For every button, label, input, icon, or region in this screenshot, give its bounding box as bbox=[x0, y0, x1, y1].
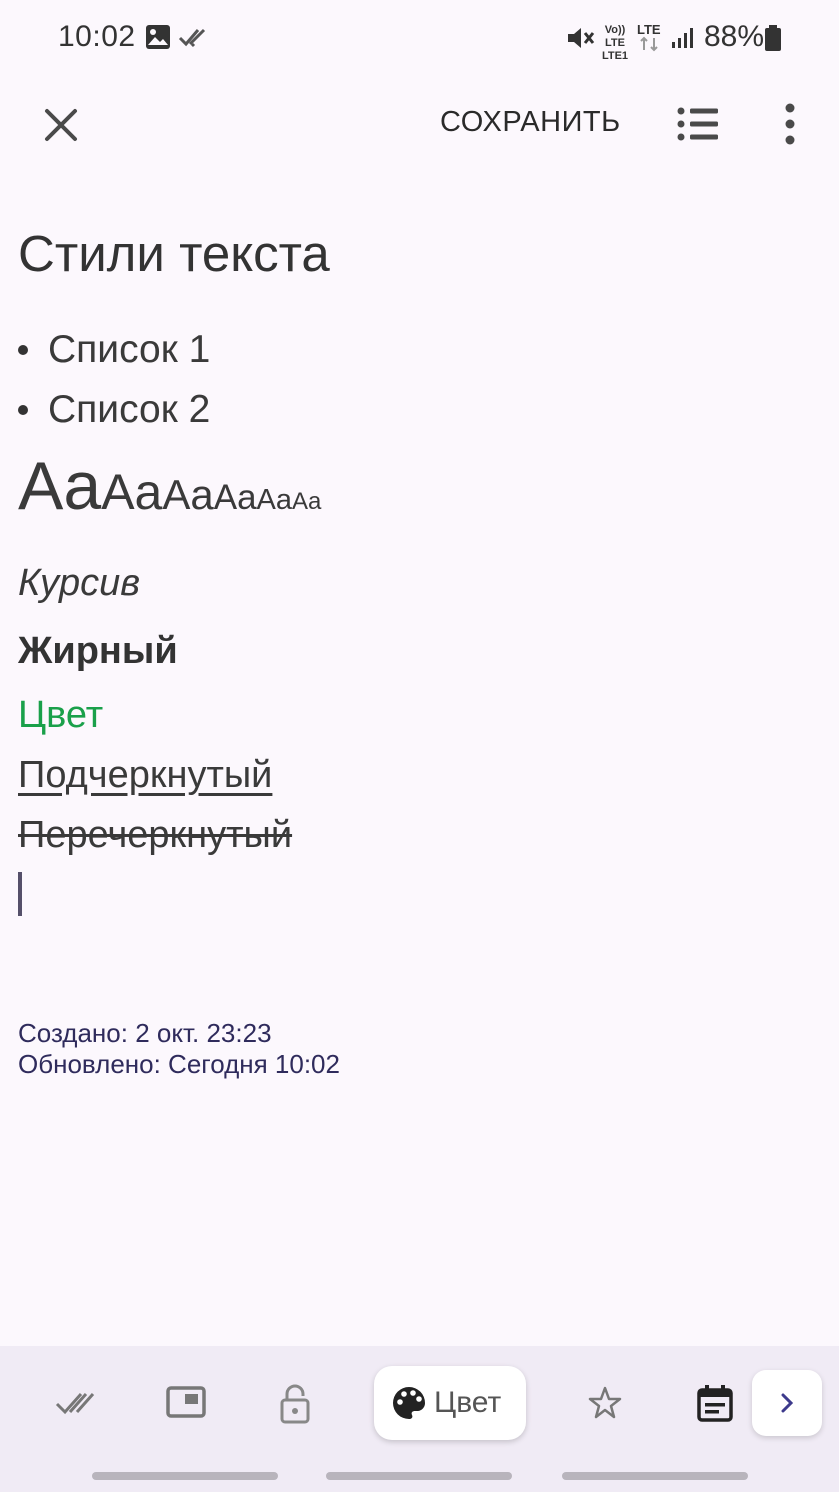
size-sample-1: Aa bbox=[18, 448, 102, 524]
status-time: 10:02 bbox=[58, 20, 136, 53]
list-item-text: Список 1 bbox=[48, 328, 211, 371]
size-sample-2: Aa bbox=[101, 464, 163, 520]
colored-text[interactable]: Цвет bbox=[18, 694, 103, 737]
more-vert-icon bbox=[785, 103, 795, 145]
star-icon bbox=[588, 1386, 622, 1419]
bullet-dot bbox=[18, 404, 28, 415]
note-title[interactable]: Стили текста bbox=[18, 224, 330, 283]
close-button[interactable] bbox=[36, 100, 86, 150]
list-icon bbox=[677, 107, 718, 141]
strikethrough-text[interactable]: Перечеркнутый bbox=[18, 814, 292, 857]
list-item[interactable]: Список 1 bbox=[18, 328, 210, 372]
color-button-label: Цвет bbox=[434, 1386, 502, 1419]
italic-text[interactable]: Курсив bbox=[18, 562, 140, 605]
created-date: Создано: 2 окт. 23:23 bbox=[18, 1018, 272, 1048]
status-bar: 10:02 Vo)) LTE LTE1 LTE 88% bbox=[0, 0, 839, 76]
bullet-dot bbox=[18, 344, 28, 355]
size-sample-4: Aa bbox=[213, 478, 257, 517]
updated-date: Обновлено: Сегодня 10:02 bbox=[18, 1049, 340, 1079]
lte-top-label: Vo)) LTE bbox=[604, 24, 626, 49]
favorite-button[interactable] bbox=[582, 1380, 628, 1426]
size-sample-5: Aa bbox=[256, 484, 293, 516]
bottom-toolbar: Цвет bbox=[0, 1346, 839, 1492]
toolbar-scroll-indicator bbox=[92, 1472, 278, 1480]
text-cursor bbox=[18, 872, 22, 916]
editor-toolbar: СОХРАНИТЬ bbox=[0, 76, 839, 172]
battery-percent: 88% bbox=[704, 20, 765, 53]
image-icon bbox=[145, 24, 171, 55]
size-sample-3: Aa bbox=[162, 471, 214, 518]
battery-icon bbox=[764, 24, 782, 57]
underlined-text[interactable]: Подчеркнутый bbox=[18, 754, 272, 797]
double-check-icon bbox=[55, 1393, 95, 1415]
chevron-right-icon bbox=[781, 1393, 794, 1413]
pip-button[interactable] bbox=[163, 1380, 209, 1426]
text-sizes-sample[interactable]: AaAaAaAaAaAa bbox=[18, 452, 321, 520]
list-item-text: Список 2 bbox=[48, 388, 211, 431]
size-sample-6: Aa bbox=[292, 488, 322, 515]
mute-icon bbox=[565, 24, 595, 57]
list-item[interactable]: Список 2 bbox=[18, 388, 210, 432]
more-tools-button[interactable] bbox=[752, 1370, 822, 1436]
signal-icon bbox=[670, 26, 696, 55]
lock-button[interactable] bbox=[272, 1380, 318, 1426]
calendar-icon bbox=[697, 1385, 733, 1422]
checklist-button[interactable] bbox=[53, 1380, 99, 1426]
svg-text:LTE: LTE bbox=[637, 22, 661, 37]
more-options-button[interactable] bbox=[772, 98, 808, 150]
close-icon bbox=[45, 109, 77, 141]
bold-text[interactable]: Жирный bbox=[18, 630, 178, 673]
lte-data-icon: LTE bbox=[636, 22, 664, 57]
palette-icon bbox=[393, 1387, 426, 1419]
lock-icon bbox=[280, 1384, 310, 1424]
save-button[interactable]: СОХРАНИТЬ bbox=[440, 106, 621, 139]
picture-in-picture-icon bbox=[166, 1386, 206, 1418]
list-format-button[interactable] bbox=[672, 98, 724, 150]
reminder-button[interactable] bbox=[692, 1380, 738, 1426]
lte-icon: Vo)) LTE LTE1 bbox=[598, 24, 632, 63]
double-check-icon bbox=[178, 26, 210, 53]
toolbar-scroll-indicator bbox=[562, 1472, 748, 1480]
lte-sub-label: LTE1 bbox=[601, 50, 629, 62]
toolbar-scroll-indicator bbox=[326, 1472, 512, 1480]
color-button[interactable]: Цвет bbox=[374, 1366, 526, 1440]
